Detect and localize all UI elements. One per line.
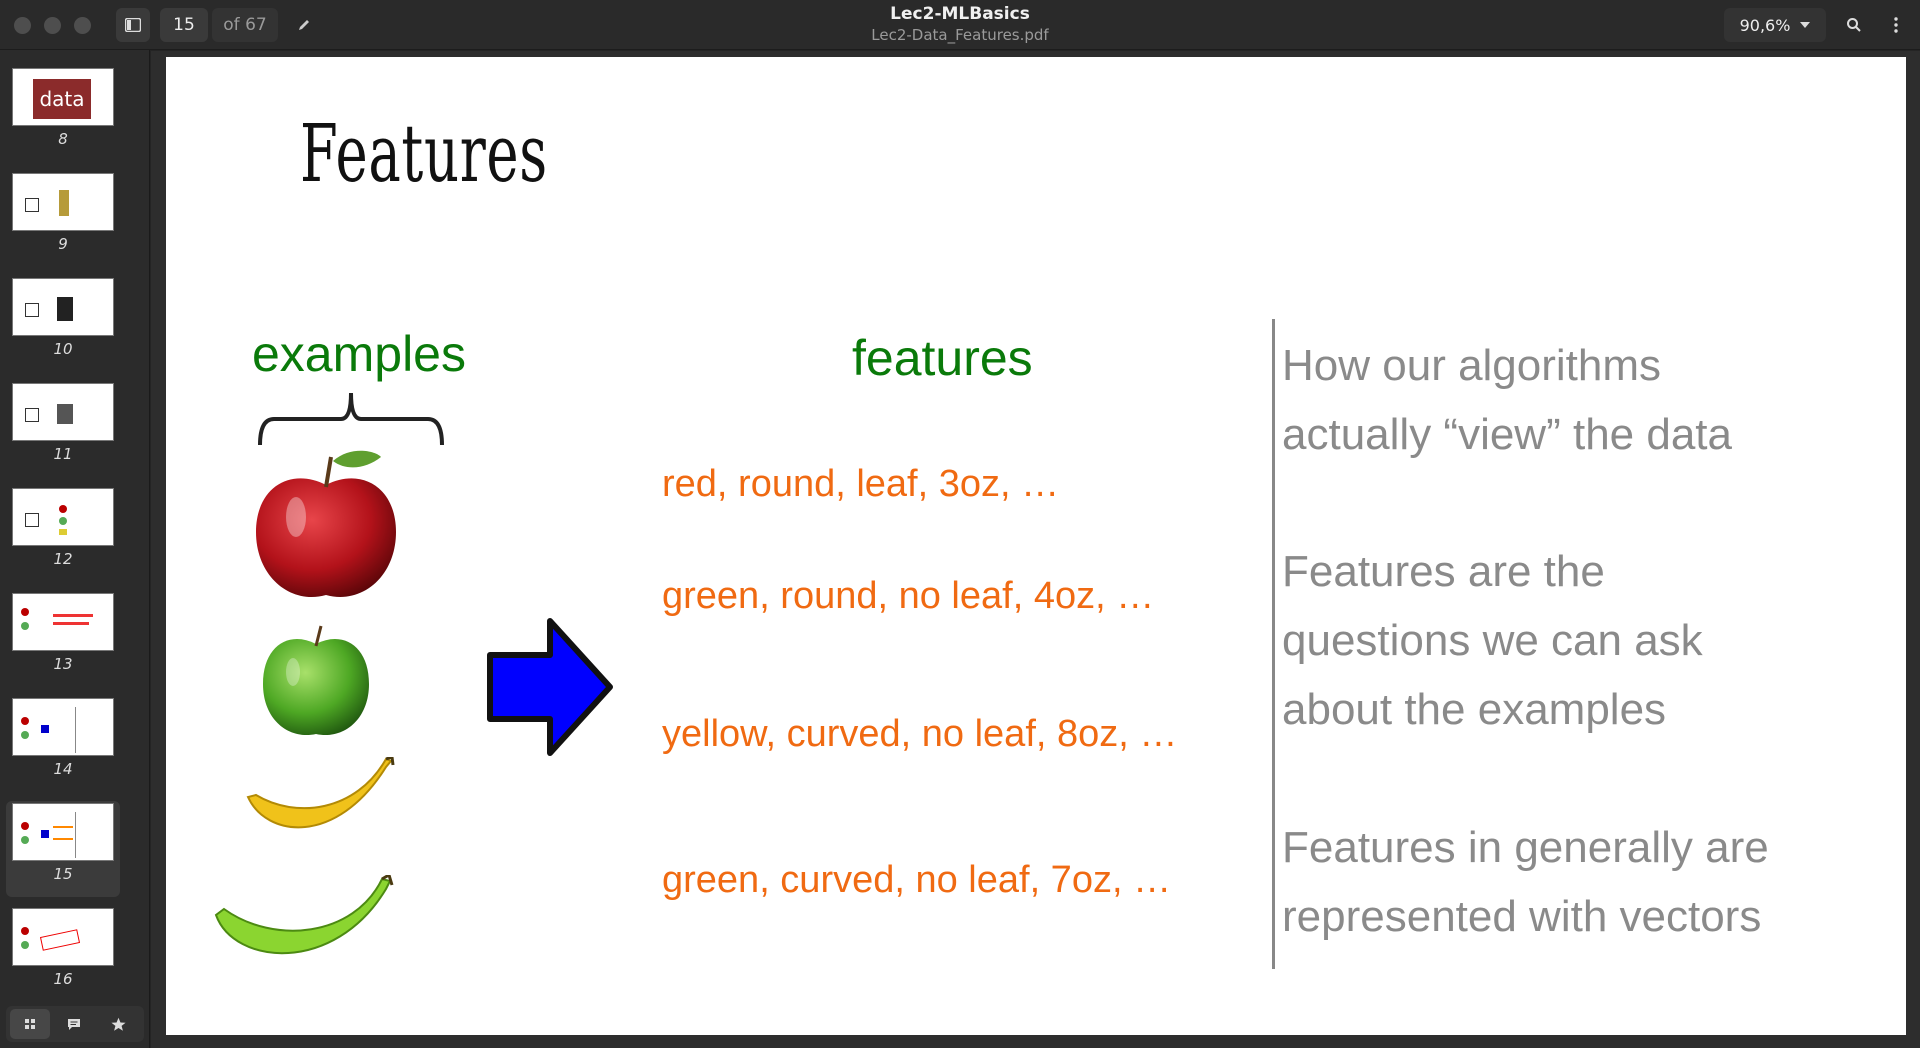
- sidebar-toggle-button[interactable]: [116, 8, 150, 42]
- thumbnail-image: [12, 803, 114, 861]
- thumbnail-page-13[interactable]: 13: [6, 591, 120, 687]
- thumbnail-page-9[interactable]: 9: [6, 171, 120, 267]
- thumbnail-image: [12, 488, 114, 546]
- thumbnail-page-14[interactable]: 14: [6, 696, 120, 792]
- window-close-button[interactable]: [14, 17, 31, 34]
- document-title: Lec2-MLBasics: [890, 4, 1030, 24]
- thumbnail-image: [12, 383, 114, 441]
- document-titles: Lec2-MLBasics Lec2-Data_Features.pdf: [760, 3, 1160, 45]
- thumbnail-number: 16: [53, 970, 73, 988]
- thumbnail-page-11[interactable]: 11: [6, 381, 120, 477]
- note-line: Features in generally are: [1282, 823, 1769, 872]
- search-button[interactable]: [1838, 8, 1870, 42]
- feature-row-3: yellow, curved, no leaf, 8oz, …: [662, 713, 1178, 755]
- thumbnail-image: [12, 908, 114, 966]
- thumbnail-number: 11: [53, 445, 73, 463]
- sidebar-mode-switcher: [6, 1006, 144, 1042]
- zoom-dropdown[interactable]: 90,6%: [1724, 8, 1826, 42]
- pdf-page: Features examples features red, round, l…: [166, 57, 1906, 1035]
- comment-icon: [68, 1018, 80, 1030]
- thumbnail-page-15[interactable]: 15: [6, 801, 120, 897]
- menu-button[interactable]: [1880, 8, 1912, 42]
- note-line: How our algorithms: [1282, 341, 1662, 390]
- thumbnail-page-8[interactable]: data 8: [6, 66, 120, 162]
- thumbnail-image: [12, 278, 114, 336]
- right-arrow: [487, 618, 613, 756]
- sidebar-toggle-icon: [125, 18, 141, 32]
- window-minimize-button[interactable]: [44, 17, 61, 34]
- green-banana-image: [214, 875, 394, 954]
- page-number-input[interactable]: 15: [160, 8, 208, 42]
- thumbnail-number: 15: [53, 865, 73, 883]
- red-apple-image: [256, 450, 396, 598]
- thumbnail-number: 13: [53, 655, 73, 673]
- note-line: actually “view” the data: [1282, 410, 1732, 459]
- vertical-divider: [1272, 319, 1275, 969]
- thumbnail-image: [12, 593, 114, 651]
- thumbnail-page-10[interactable]: 10: [6, 276, 120, 372]
- features-label: features: [852, 330, 1033, 386]
- feature-row-4: green, curved, no leaf, 7oz, …: [662, 859, 1172, 901]
- thumbnail-image: [12, 173, 114, 231]
- note-line: Features are the: [1282, 547, 1605, 596]
- header-bar: 15 of 67 Lec2-MLBasics Lec2-Data_Feature…: [0, 0, 1920, 50]
- thumbnail-number: 10: [53, 340, 73, 358]
- zoom-level: 90,6%: [1739, 15, 1791, 35]
- yellow-banana-image: [246, 757, 395, 829]
- note-block-1: How our algorithms actually “view” the d…: [1282, 331, 1732, 469]
- examples-label: examples: [252, 326, 466, 382]
- slide-title: Features: [300, 107, 548, 200]
- thumbnail-number: 14: [53, 760, 73, 778]
- curly-brace: [258, 392, 444, 446]
- green-apple-image: [263, 625, 369, 736]
- note-block-2: Features are the questions we can ask ab…: [1282, 537, 1703, 744]
- bookmarks-mode-button[interactable]: [98, 1009, 138, 1039]
- thumbnail-number: 12: [53, 550, 73, 568]
- annotations-mode-button[interactable]: [54, 1009, 94, 1039]
- grid-icon: [25, 1019, 35, 1029]
- more-icon: [1894, 17, 1898, 33]
- document-filename: Lec2-Data_Features.pdf: [871, 26, 1049, 44]
- thumbnail-sidebar: data 8 9 10 11 12 13 14 15 16: [0, 50, 150, 1048]
- thumbnail-image: data: [12, 68, 114, 126]
- star-icon: [110, 1017, 126, 1031]
- search-icon: [1847, 18, 1861, 32]
- chevron-down-icon: [1800, 22, 1811, 28]
- window-maximize-button[interactable]: [74, 17, 91, 34]
- thumbnail-number: 9: [58, 235, 68, 253]
- feature-row-2: green, round, no leaf, 4oz, …: [662, 575, 1155, 617]
- note-block-3: Features in generally are represented wi…: [1282, 813, 1769, 951]
- thumbnail-image: [12, 698, 114, 756]
- note-line: represented with vectors: [1282, 892, 1762, 941]
- feature-row-1: red, round, leaf, 3oz, …: [662, 463, 1060, 505]
- note-line: questions we can ask: [1282, 616, 1703, 665]
- note-line: about the examples: [1282, 685, 1667, 734]
- thumbnail-number: 8: [58, 130, 68, 148]
- pencil-icon: [299, 20, 309, 30]
- thumbnail-page-12[interactable]: 12: [6, 486, 120, 582]
- annotate-button[interactable]: [290, 8, 318, 42]
- thumbnail-page-16[interactable]: 16: [6, 906, 120, 1002]
- thumbnail-mini-text: data: [33, 79, 91, 119]
- page-count-label: of 67: [212, 8, 278, 42]
- thumbnails-mode-button[interactable]: [10, 1009, 50, 1039]
